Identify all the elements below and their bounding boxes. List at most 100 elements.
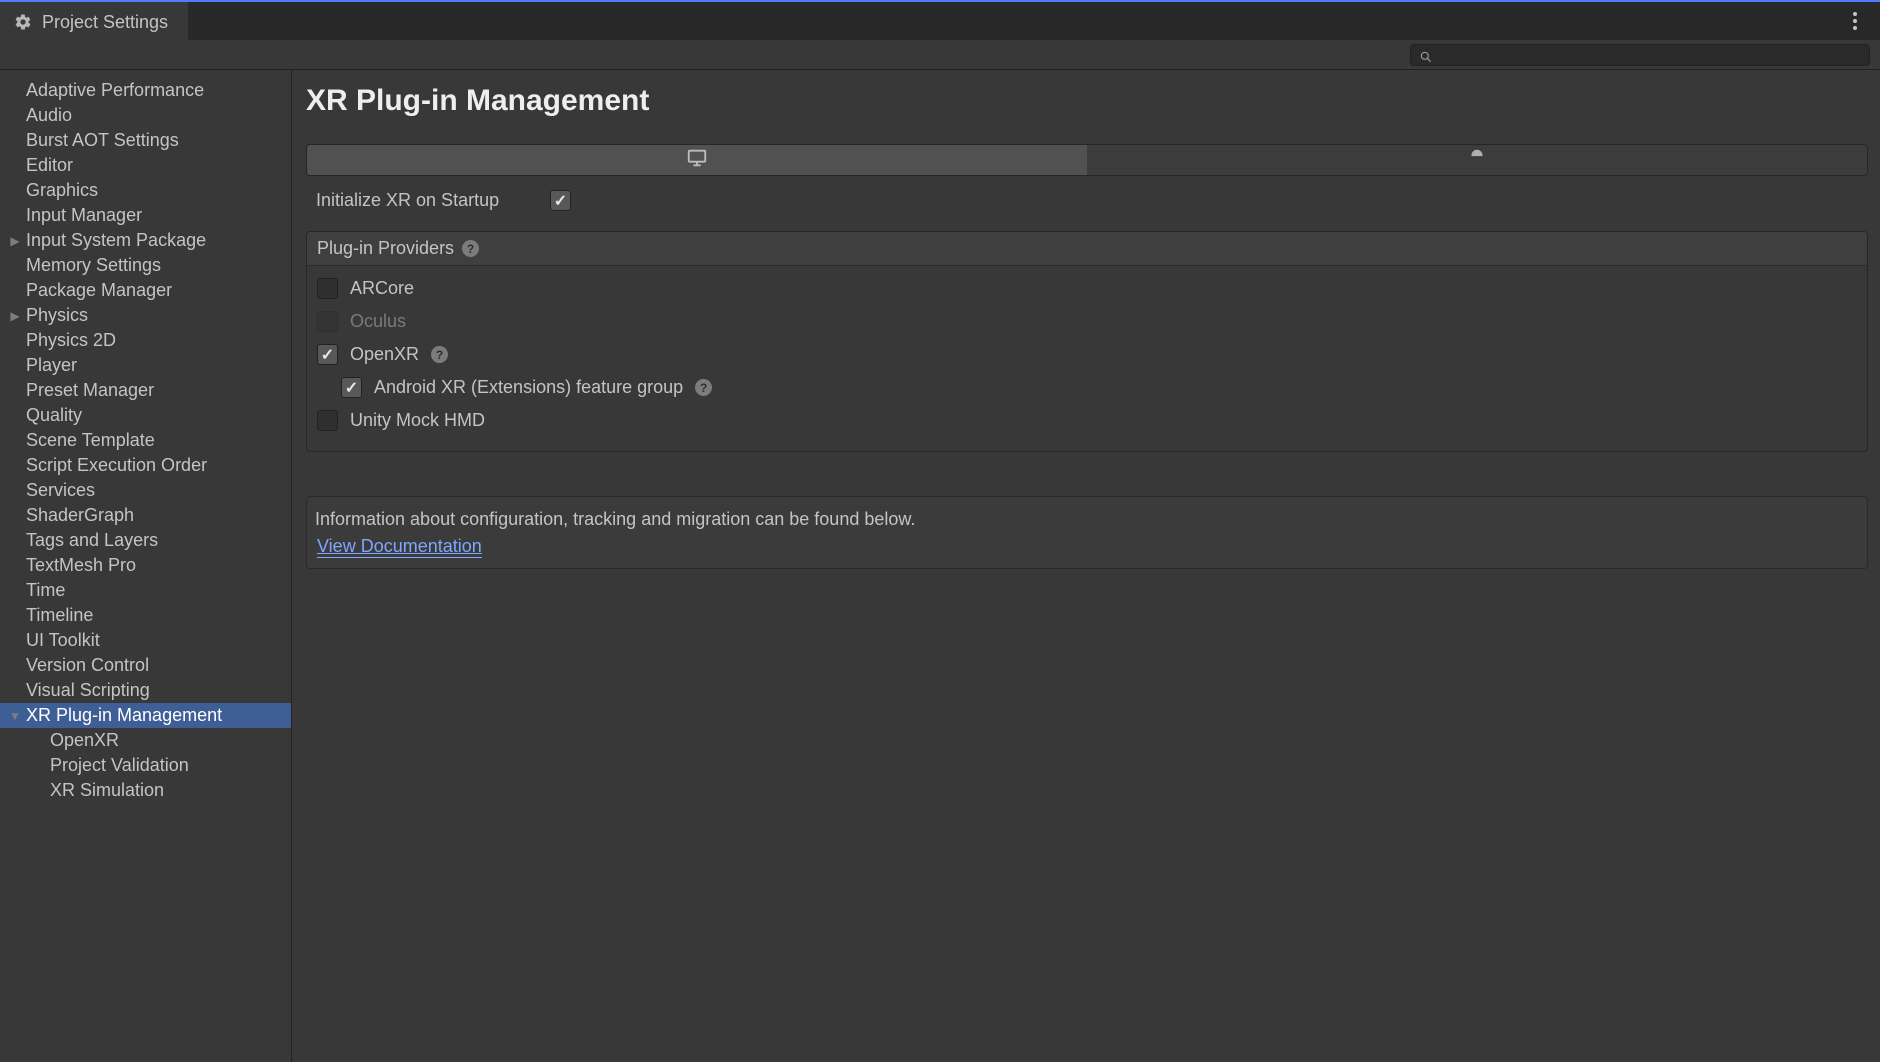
chevron-right-icon: ▶ <box>8 309 22 323</box>
monitor-icon <box>686 147 708 174</box>
platform-tabs <box>306 144 1868 176</box>
sidebar-item-quality[interactable]: ▶Quality <box>0 403 291 428</box>
sidebar-item-project-validation[interactable]: Project Validation <box>0 753 291 778</box>
setting-label: Initialize XR on Startup <box>316 190 550 211</box>
providers-header-label: Plug-in Providers <box>317 238 454 259</box>
sidebar-item-label: ShaderGraph <box>26 505 134 526</box>
help-icon[interactable]: ? <box>462 240 479 257</box>
tab-project-settings[interactable]: Project Settings <box>0 2 188 40</box>
sidebar-item-physics[interactable]: ▶ Physics <box>0 303 291 328</box>
sidebar-item-audio[interactable]: ▶Audio <box>0 103 291 128</box>
sidebar-item-textmesh-pro[interactable]: ▶TextMesh Pro <box>0 553 291 578</box>
sidebar-item-label: TextMesh Pro <box>26 555 136 576</box>
checkbox-arcore[interactable] <box>317 278 338 299</box>
provider-label: OpenXR <box>350 344 419 365</box>
android-icon <box>1466 147 1488 174</box>
sidebar-item-physics-2d[interactable]: ▶Physics 2D <box>0 328 291 353</box>
sidebar-item-script-execution-order[interactable]: ▶Script Execution Order <box>0 453 291 478</box>
info-text: Information about configuration, trackin… <box>307 507 1867 532</box>
search-input[interactable] <box>1439 47 1861 62</box>
sidebar-item-package-manager[interactable]: ▶Package Manager <box>0 278 291 303</box>
sidebar-item-label: Version Control <box>26 655 149 676</box>
sidebar-item-label: Quality <box>26 405 82 426</box>
sidebar-item-timeline[interactable]: ▶Timeline <box>0 603 291 628</box>
sidebar-item-label: Adaptive Performance <box>26 80 204 101</box>
sidebar-item-label: Physics <box>26 305 88 326</box>
sidebar-item-time[interactable]: ▶Time <box>0 578 291 603</box>
sidebar-item-preset-manager[interactable]: ▶Preset Manager <box>0 378 291 403</box>
sidebar-item-memory-settings[interactable]: ▶Memory Settings <box>0 253 291 278</box>
help-icon[interactable]: ? <box>431 346 448 363</box>
sidebar-item-graphics[interactable]: ▶Graphics <box>0 178 291 203</box>
page-title: XR Plug-in Management <box>306 84 1868 118</box>
sidebar-item-label: Burst AOT Settings <box>26 130 179 151</box>
sidebar-item-label: Audio <box>26 105 72 126</box>
sidebar-item-label: XR Simulation <box>50 780 164 801</box>
sidebar-item-services[interactable]: ▶Services <box>0 478 291 503</box>
sidebar-item-label: Script Execution Order <box>26 455 207 476</box>
providers-panel: Plug-in Providers ? ARCoreOculusOpenXR?A… <box>306 231 1868 452</box>
sidebar-item-label: Scene Template <box>26 430 155 451</box>
provider-row-oculus: Oculus <box>317 305 1857 338</box>
sidebar-item-label: Graphics <box>26 180 98 201</box>
chevron-down-icon: ▼ <box>8 709 22 723</box>
sidebar-item-label: Services <box>26 480 95 501</box>
checkbox-oculus <box>317 311 338 332</box>
sidebar-item-tags-and-layers[interactable]: ▶Tags and Layers <box>0 528 291 553</box>
sidebar-item-label: Input Manager <box>26 205 142 226</box>
sidebar-item-label: Time <box>26 580 65 601</box>
provider-row-unity-mock-hmd: Unity Mock HMD <box>317 404 1857 437</box>
sidebar-item-xr-plug-in-management[interactable]: ▼ XR Plug-in Management <box>0 703 291 728</box>
sidebar-item-openxr[interactable]: OpenXR <box>0 728 291 753</box>
sidebar-item-label: Timeline <box>26 605 93 626</box>
sidebar-item-scene-template[interactable]: ▶Scene Template <box>0 428 291 453</box>
sidebar-item-label: Project Validation <box>50 755 189 776</box>
sidebar-item-label: Package Manager <box>26 280 172 301</box>
sidebar: ▶Adaptive Performance▶Audio▶Burst AOT Se… <box>0 70 292 1062</box>
sidebar-item-label: Physics 2D <box>26 330 116 351</box>
sidebar-item-label: Tags and Layers <box>26 530 158 551</box>
setting-initialize-xr: Initialize XR on Startup <box>306 190 1868 211</box>
sidebar-item-ui-toolkit[interactable]: ▶UI Toolkit <box>0 628 291 653</box>
search-icon <box>1419 48 1433 62</box>
checkbox-unity-mock-hmd[interactable] <box>317 410 338 431</box>
checkbox-openxr[interactable] <box>317 344 338 365</box>
toolbar <box>0 40 1880 70</box>
sidebar-item-label: Memory Settings <box>26 255 161 276</box>
help-icon[interactable]: ? <box>695 379 712 396</box>
platform-tab-android[interactable] <box>1087 145 1867 175</box>
view-documentation-link[interactable]: View Documentation <box>317 536 482 558</box>
sidebar-item-input-manager[interactable]: ▶Input Manager <box>0 203 291 228</box>
sidebar-item-shadergraph[interactable]: ▶ShaderGraph <box>0 503 291 528</box>
provider-label: Unity Mock HMD <box>350 410 485 431</box>
search-box[interactable] <box>1410 44 1870 66</box>
info-panel: Information about configuration, trackin… <box>306 496 1868 569</box>
sidebar-item-label: Editor <box>26 155 73 176</box>
providers-header: Plug-in Providers ? <box>307 232 1867 266</box>
checkbox-initialize-xr[interactable] <box>550 190 571 211</box>
sidebar-item-label: Player <box>26 355 77 376</box>
sidebar-item-burst-aot-settings[interactable]: ▶Burst AOT Settings <box>0 128 291 153</box>
sidebar-item-label: XR Plug-in Management <box>26 705 222 726</box>
provider-label: ARCore <box>350 278 414 299</box>
titlebar: Project Settings <box>0 0 1880 40</box>
provider-row-openxr: OpenXR? <box>317 338 1857 371</box>
platform-tab-desktop[interactable] <box>307 145 1087 175</box>
sidebar-item-input-system-package[interactable]: ▶Input System Package <box>0 228 291 253</box>
checkbox-android-xr-extensions-feature-group[interactable] <box>341 377 362 398</box>
gear-icon <box>14 13 32 31</box>
sidebar-item-label: Preset Manager <box>26 380 154 401</box>
sidebar-item-editor[interactable]: ▶Editor <box>0 153 291 178</box>
sidebar-item-xr-simulation[interactable]: XR Simulation <box>0 778 291 803</box>
provider-label: Oculus <box>350 311 406 332</box>
more-menu-icon[interactable] <box>1846 12 1864 30</box>
content-area: XR Plug-in Management Initialize XR on S… <box>292 70 1880 1062</box>
sidebar-item-player[interactable]: ▶Player <box>0 353 291 378</box>
sidebar-item-adaptive-performance[interactable]: ▶Adaptive Performance <box>0 78 291 103</box>
provider-row-android-xr-extensions-feature-group: Android XR (Extensions) feature group? <box>317 371 1857 404</box>
sidebar-item-version-control[interactable]: ▶Version Control <box>0 653 291 678</box>
sidebar-item-visual-scripting[interactable]: ▶Visual Scripting <box>0 678 291 703</box>
provider-label: Android XR (Extensions) feature group <box>374 377 683 398</box>
chevron-right-icon: ▶ <box>8 234 22 248</box>
sidebar-item-label: OpenXR <box>50 730 119 751</box>
